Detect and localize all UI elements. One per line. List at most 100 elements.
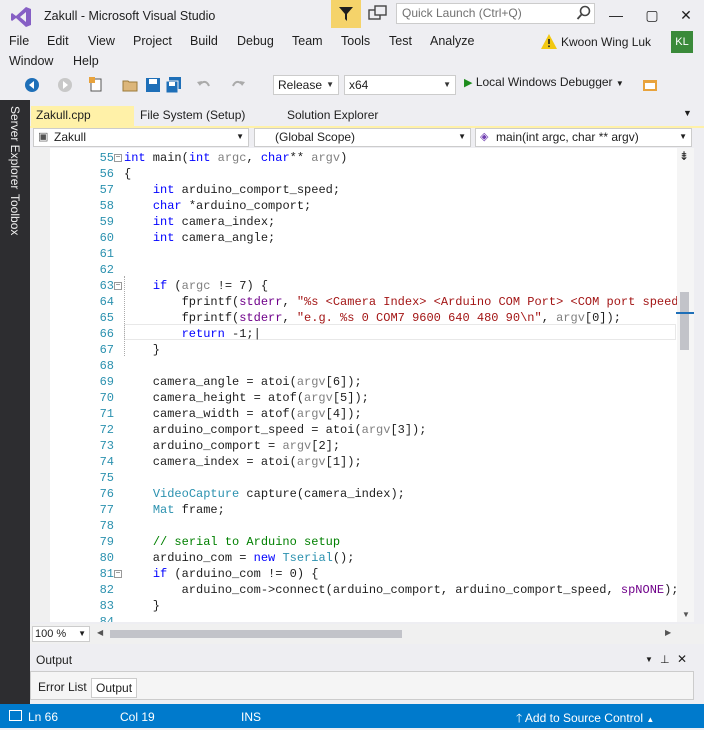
- code-line[interactable]: 74 camera_index = atoi(argv[1]);: [30, 454, 680, 470]
- undo-icon[interactable]: [196, 77, 212, 93]
- user-name[interactable]: Kwoon Wing Luk: [561, 35, 651, 49]
- code-lines[interactable]: 55− int main(int argc, char** argv) 56{57 …: [30, 148, 680, 622]
- notification-filter-button[interactable]: [331, 0, 361, 28]
- vertical-scroll-thumb[interactable]: [680, 292, 689, 350]
- code-line[interactable]: 83 }: [30, 598, 680, 614]
- user-avatar[interactable]: KL: [671, 31, 693, 53]
- code-line[interactable]: 68: [30, 358, 680, 374]
- browser-link-icon[interactable]: [642, 77, 658, 93]
- code-line[interactable]: 55− int main(int argc, char** argv): [30, 150, 680, 166]
- code-line[interactable]: 76 VideoCapture capture(camera_index);: [30, 486, 680, 502]
- new-project-icon[interactable]: [88, 77, 104, 93]
- menu-tools[interactable]: Tools: [341, 34, 370, 48]
- code-line[interactable]: 62: [30, 262, 680, 278]
- menu-test[interactable]: Test: [389, 34, 412, 48]
- save-all-icon[interactable]: [166, 77, 182, 93]
- code-line[interactable]: 59 int camera_index;: [30, 214, 680, 230]
- menu-file[interactable]: File: [9, 34, 29, 48]
- code-line[interactable]: 67 }: [30, 342, 680, 358]
- menu-project[interactable]: Project: [133, 34, 172, 48]
- minimize-button[interactable]: —: [600, 2, 632, 28]
- code-line[interactable]: 58 char *arduino_comport;: [30, 198, 680, 214]
- code-line[interactable]: 77 Mat frame;: [30, 502, 680, 518]
- save-icon[interactable]: [145, 77, 161, 93]
- scroll-right-icon[interactable]: ▶: [665, 628, 671, 637]
- menu-debug[interactable]: Debug: [237, 34, 274, 48]
- feedback-icon[interactable]: [368, 5, 388, 23]
- menu-window[interactable]: Window: [9, 54, 53, 68]
- tab-overflow-icon[interactable]: ▼: [683, 108, 692, 118]
- code-line[interactable]: 61: [30, 246, 680, 262]
- project-dropdown[interactable]: ▣ Zakull ▼: [33, 128, 249, 147]
- maximize-button[interactable]: ▢: [636, 2, 668, 28]
- code-line[interactable]: 66 return -1;|: [30, 326, 680, 342]
- collapse-icon[interactable]: −: [114, 154, 122, 162]
- code-line[interactable]: 57 int arduino_comport_speed;: [30, 182, 680, 198]
- code-line[interactable]: 56 {: [30, 166, 680, 182]
- tab-zakull-cpp[interactable]: Zakull.cpp: [31, 106, 134, 126]
- code-line[interactable]: 82 arduino_com->connect(arduino_comport,…: [30, 582, 680, 598]
- menu-edit[interactable]: Edit: [47, 34, 69, 48]
- code-text: int camera_index;: [152, 215, 276, 229]
- collapse-icon[interactable]: −: [114, 570, 122, 578]
- close-button[interactable]: ✕: [670, 2, 702, 28]
- menu-help[interactable]: Help: [73, 54, 99, 68]
- code-line[interactable]: 71 camera_width = atof(argv[4]);: [30, 406, 680, 422]
- warning-icon[interactable]: [541, 34, 557, 49]
- code-line[interactable]: 81− if (arduino_com != 0) {: [30, 566, 680, 582]
- navigate-forward-icon[interactable]: [57, 77, 73, 93]
- code-line[interactable]: 73 arduino_comport = argv[2];: [30, 438, 680, 454]
- scroll-left-icon[interactable]: ◀: [97, 628, 103, 637]
- code-line[interactable]: 70 camera_height = atof(argv[5]);: [30, 390, 680, 406]
- menu-view[interactable]: View: [88, 34, 115, 48]
- toolbox-tab[interactable]: Toolbox: [8, 194, 22, 235]
- code-line[interactable]: 69 camera_angle = atoi(argv[6]);: [30, 374, 680, 390]
- code-line[interactable]: 84: [30, 614, 680, 622]
- tab-file-system-setup[interactable]: File System (Setup): [135, 106, 250, 126]
- code-line[interactable]: 60 int camera_angle;: [30, 230, 680, 246]
- vertical-scrollbar[interactable]: [677, 148, 694, 622]
- scope-dropdown[interactable]: (Global Scope) ▼: [254, 128, 471, 147]
- code-text: arduino_com = new Tserial();: [124, 551, 355, 565]
- panel-menu-icon[interactable]: ▼: [645, 655, 653, 664]
- line-number: 77: [99, 503, 114, 517]
- tab-error-list[interactable]: Error List: [34, 678, 91, 698]
- panel-close-icon[interactable]: ✕: [677, 652, 687, 666]
- code-line[interactable]: 78: [30, 518, 680, 534]
- code-line[interactable]: 80 arduino_com = new Tserial();: [30, 550, 680, 566]
- pin-icon[interactable]: ⊥: [660, 653, 670, 666]
- solution-configuration-select[interactable]: Release ▼: [273, 75, 339, 95]
- split-icon[interactable]: ⇟: [679, 150, 691, 162]
- collapse-icon[interactable]: −: [114, 282, 122, 290]
- zoom-select[interactable]: 100 % ▼: [32, 626, 90, 642]
- code-line[interactable]: 63− if (argc != 7) {: [30, 278, 680, 294]
- code-line[interactable]: 72 arduino_comport_speed = atoi(argv[3])…: [30, 422, 680, 438]
- server-explorer-tab[interactable]: Server Explorer: [8, 106, 22, 189]
- navigate-back-icon[interactable]: [24, 77, 40, 93]
- code-line[interactable]: 64 fprintf(stderr, "%s <Camera Index> <A…: [30, 294, 680, 310]
- horizontal-scroll-thumb[interactable]: [110, 630, 402, 638]
- tab-output[interactable]: Output: [91, 678, 138, 698]
- menu-team[interactable]: Team: [292, 34, 323, 48]
- output-panel-header: Output: [30, 650, 694, 672]
- scroll-down-icon[interactable]: ▼: [682, 610, 690, 619]
- menu-build[interactable]: Build: [190, 34, 218, 48]
- open-file-icon[interactable]: [122, 77, 138, 93]
- solution-platform-select[interactable]: x64 ▼: [344, 75, 456, 95]
- tab-solution-explorer[interactable]: Solution Explorer: [282, 106, 383, 126]
- line-number: 75: [99, 471, 114, 485]
- search-icon[interactable]: [576, 5, 592, 21]
- member-dropdown[interactable]: ◈ main(int argc, char ** argv) ▼: [475, 128, 692, 147]
- source-control-button[interactable]: 🡑 Add to Source Control ▲: [516, 709, 654, 730]
- code-line[interactable]: 79 // serial to Arduino setup: [30, 534, 680, 550]
- code-line[interactable]: 75: [30, 470, 680, 486]
- code-text: fprintf(stderr, "%s <Camera Index> <Ardu…: [124, 295, 680, 309]
- menu-analyze[interactable]: Analyze: [430, 34, 474, 48]
- chevron-down-icon: ▼: [458, 132, 466, 141]
- line-number: 56: [99, 167, 114, 181]
- code-text: // serial to Arduino setup: [152, 535, 341, 549]
- quick-launch-input[interactable]: Quick Launch (Ctrl+Q): [396, 3, 595, 24]
- start-debugging-button[interactable]: ▶ Local Windows Debugger ▼: [464, 75, 624, 89]
- redo-icon[interactable]: [230, 77, 246, 93]
- code-line[interactable]: 65 fprintf(stderr, "e.g. %s 0 COM7 9600 …: [30, 310, 680, 326]
